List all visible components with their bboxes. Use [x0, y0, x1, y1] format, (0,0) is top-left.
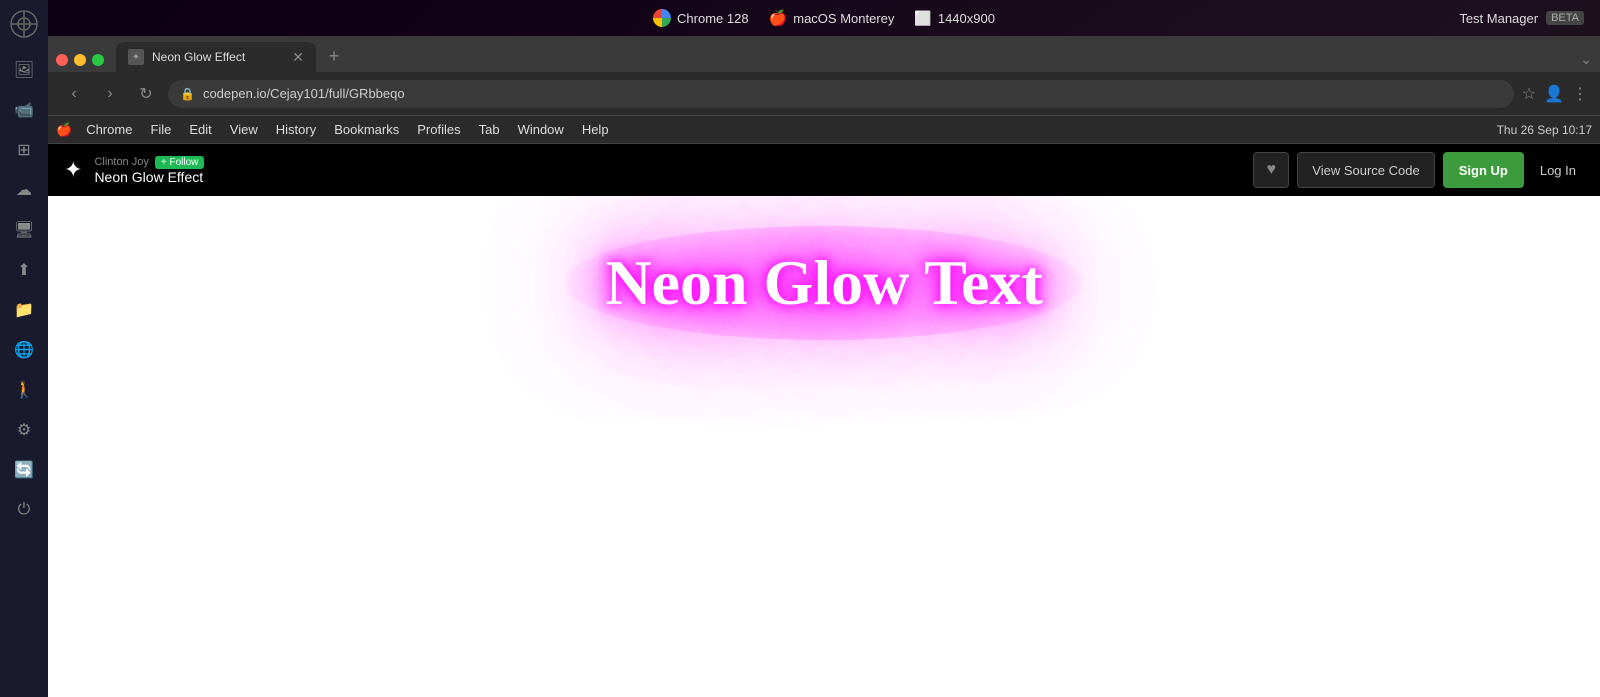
- menu-edit[interactable]: Edit: [181, 120, 219, 139]
- close-button[interactable]: [56, 54, 68, 66]
- os-label: macOS Monterey: [793, 11, 894, 26]
- sidebar: 🖼 📹 ⊞ ☁ 🖥 ⬆ 📁 🌐 🚶 ⚙ 🔄 ⏻: [0, 0, 48, 697]
- browser-indicator: Chrome 128: [653, 9, 749, 27]
- system-bar: Chrome 128 🍎 macOS Monterey ⬜ 1440x900 T…: [48, 0, 1600, 36]
- sidebar-icon-network[interactable]: 🌐: [6, 332, 42, 368]
- sidebar-icon-cloud[interactable]: ☁: [6, 172, 42, 208]
- menu-profiles[interactable]: Profiles: [409, 120, 468, 139]
- heart-button[interactable]: ♥: [1253, 152, 1289, 188]
- tab-title: Neon Glow Effect: [152, 50, 245, 64]
- menu-help[interactable]: Help: [574, 120, 617, 139]
- menu-window[interactable]: Window: [510, 120, 572, 139]
- bookmark-icon[interactable]: ☆: [1522, 84, 1536, 104]
- window-controls: [56, 54, 104, 66]
- sidebar-icon-user[interactable]: 🚶: [6, 372, 42, 408]
- sidebar-icon-folder[interactable]: 📁: [6, 292, 42, 328]
- url-text: codepen.io/Cejay101/full/GRbbeqo: [203, 86, 405, 101]
- browser-tab[interactable]: ✦ Neon Glow Effect ✕: [116, 42, 316, 72]
- new-tab-button[interactable]: +: [320, 42, 348, 70]
- monitor-icon: ⬜: [914, 10, 931, 27]
- menu-file[interactable]: File: [142, 120, 179, 139]
- heart-icon: ♥: [1267, 161, 1277, 179]
- datetime-display: Thu 26 Sep 10:17: [1497, 123, 1592, 137]
- system-bar-right: Test Manager BETA: [1459, 11, 1584, 26]
- tab-close-button[interactable]: ✕: [292, 49, 304, 66]
- maximize-button[interactable]: [92, 54, 104, 66]
- pen-title: Neon Glow Effect: [94, 169, 204, 185]
- author-name: Clinton Joy: [94, 156, 148, 168]
- profile-icon[interactable]: 👤: [1544, 84, 1564, 104]
- browser-window: ✦ Neon Glow Effect ✕ + ⌄ ‹ › ↻ 🔒 codepen…: [48, 36, 1600, 697]
- resolution-indicator: ⬜ 1440x900: [914, 10, 995, 27]
- tab-favicon: ✦: [128, 49, 144, 65]
- menu-view[interactable]: View: [222, 120, 266, 139]
- sidebar-icon-settings[interactable]: ⚙: [6, 412, 42, 448]
- menu-history[interactable]: History: [268, 120, 324, 139]
- apple-menu-icon[interactable]: 🍎: [56, 122, 72, 138]
- codepen-content: ✦ Clinton Joy + Follow Neon Glow Effect …: [48, 144, 1600, 697]
- apple-icon: 🍎: [769, 9, 788, 27]
- codepen-header: ✦ Clinton Joy + Follow Neon Glow Effect …: [48, 144, 1600, 196]
- codepen-pen-info: Clinton Joy + Follow Neon Glow Effect: [94, 156, 204, 185]
- menu-bar-right: Thu 26 Sep 10:17: [1497, 123, 1592, 137]
- login-button[interactable]: Log In: [1532, 152, 1584, 188]
- app-logo[interactable]: [8, 8, 40, 40]
- address-input[interactable]: 🔒 codepen.io/Cejay101/full/GRbbeqo: [168, 80, 1514, 108]
- menu-tab[interactable]: Tab: [471, 120, 508, 139]
- browser-label: Chrome 128: [677, 11, 749, 26]
- menu-chrome[interactable]: Chrome: [78, 120, 140, 139]
- preview-area: Neon Glow Text: [48, 196, 1600, 697]
- codepen-logo-icon: ✦: [64, 157, 82, 183]
- reload-button[interactable]: ↻: [132, 80, 160, 108]
- resolution-label: 1440x900: [938, 11, 995, 26]
- signup-label: Sign Up: [1459, 163, 1508, 178]
- beta-badge: BETA: [1546, 11, 1584, 25]
- tab-bar: ✦ Neon Glow Effect ✕ + ⌄: [48, 36, 1600, 72]
- menu-bar: 🍎 Chrome File Edit View History Bookmark…: [48, 116, 1600, 144]
- follow-button[interactable]: + Follow: [155, 156, 205, 169]
- address-bar: ‹ › ↻ 🔒 codepen.io/Cejay101/full/GRbbeqo…: [48, 72, 1600, 116]
- sidebar-icon-gallery[interactable]: 🖼: [6, 52, 42, 88]
- sidebar-icon-refresh[interactable]: 🔄: [6, 452, 42, 488]
- signup-button[interactable]: Sign Up: [1443, 152, 1524, 188]
- test-manager-label: Test Manager: [1459, 11, 1538, 26]
- codepen-author: Clinton Joy + Follow: [94, 156, 204, 169]
- more-icon[interactable]: ⋮: [1572, 84, 1588, 104]
- login-label: Log In: [1540, 163, 1576, 178]
- os-indicator: 🍎 macOS Monterey: [769, 9, 895, 27]
- minimize-button[interactable]: [74, 54, 86, 66]
- back-button[interactable]: ‹: [60, 80, 88, 108]
- neon-glow-text: Neon Glow Text: [565, 226, 1082, 340]
- sidebar-icon-upload[interactable]: ⬆: [6, 252, 42, 288]
- secure-icon: 🔒: [180, 87, 195, 101]
- tab-bar-right: ⌄: [1580, 51, 1592, 68]
- chrome-icon: [653, 9, 671, 27]
- view-source-label: View Source Code: [1312, 163, 1419, 178]
- address-right-controls: ☆ 👤 ⋮: [1522, 84, 1588, 104]
- sidebar-icon-video[interactable]: 📹: [6, 92, 42, 128]
- forward-button[interactable]: ›: [96, 80, 124, 108]
- follow-label: + Follow: [161, 157, 199, 168]
- sidebar-icon-power[interactable]: ⏻: [6, 492, 42, 528]
- codepen-header-right: ♥ View Source Code Sign Up Log In: [1253, 152, 1584, 188]
- view-source-button[interactable]: View Source Code: [1297, 152, 1434, 188]
- sidebar-icon-monitor[interactable]: 🖥: [6, 212, 42, 248]
- menu-bookmarks[interactable]: Bookmarks: [326, 120, 407, 139]
- expand-icon[interactable]: ⌄: [1580, 51, 1592, 68]
- sidebar-icon-grid[interactable]: ⊞: [6, 132, 42, 168]
